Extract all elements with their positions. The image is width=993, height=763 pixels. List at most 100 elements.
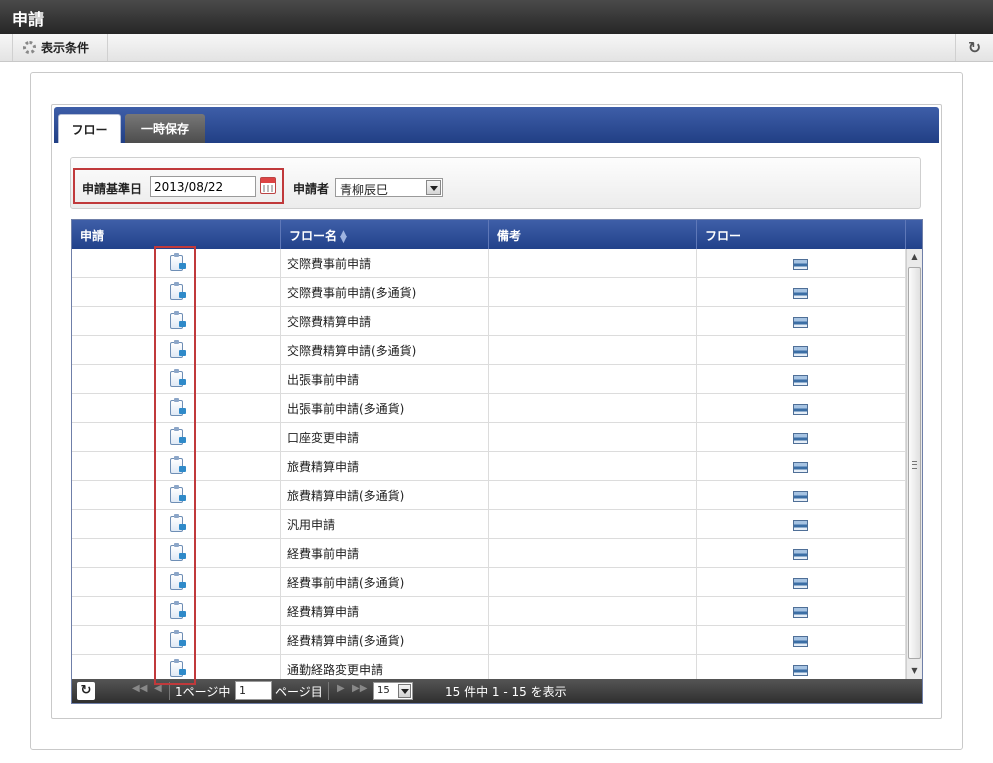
flow-name-cell: 汎用申請 <box>281 510 489 539</box>
flow-name-cell: 出張事前申請(多通貨) <box>281 394 489 423</box>
apply-icon[interactable] <box>170 514 186 532</box>
first-page-icon[interactable]: ◀◀ <box>132 683 147 694</box>
calendar-icon[interactable] <box>260 177 276 194</box>
flow-name-cell: 通勤経路変更申請 <box>281 655 489 679</box>
flow-diagram-icon[interactable] <box>793 462 808 473</box>
next-page-icon[interactable]: ▶ <box>337 683 345 694</box>
tab-flow[interactable]: フロー <box>58 114 121 143</box>
note-cell <box>489 510 697 539</box>
applicant-label: 申請者 <box>293 182 330 196</box>
table-row: 口座変更申請 <box>72 423 906 452</box>
apply-icon[interactable] <box>170 253 186 271</box>
tab-temporary-save[interactable]: 一時保存 <box>125 114 205 143</box>
apply-cell <box>72 481 281 510</box>
flow-name-cell: 旅費精算申請(多通貨) <box>281 481 489 510</box>
flow-diagram-icon[interactable] <box>793 317 808 328</box>
pager-divider <box>169 682 170 700</box>
per-page-select[interactable]: 15 <box>373 682 413 700</box>
apply-icon[interactable] <box>170 456 186 474</box>
note-cell <box>489 481 697 510</box>
note-cell <box>489 307 697 336</box>
column-header-flow[interactable]: フロー <box>697 220 906 249</box>
table-row: 汎用申請 <box>72 510 906 539</box>
flow-name-cell: 出張事前申請 <box>281 365 489 394</box>
refresh-icon: ↻ <box>967 38 982 57</box>
apply-icon[interactable] <box>170 659 186 677</box>
note-cell <box>489 394 697 423</box>
note-cell <box>489 655 697 679</box>
refresh-button[interactable]: ↻ <box>955 34 993 61</box>
flow-diagram-icon[interactable] <box>793 578 808 589</box>
flow-cell <box>697 278 906 307</box>
display-conditions-button[interactable]: 表示条件 <box>12 34 108 61</box>
apply-icon[interactable] <box>170 311 186 329</box>
apply-cell <box>72 568 281 597</box>
gear-icon <box>23 41 36 54</box>
apply-icon[interactable] <box>170 485 186 503</box>
note-cell <box>489 423 697 452</box>
flow-diagram-icon[interactable] <box>793 433 808 444</box>
apply-cell <box>72 539 281 568</box>
flow-cell <box>697 394 906 423</box>
apply-icon[interactable] <box>170 630 186 648</box>
base-date-input[interactable] <box>150 176 256 197</box>
flow-name-cell: 旅費精算申請 <box>281 452 489 481</box>
scroll-up-icon[interactable]: ▲ <box>907 249 922 265</box>
table-row: 交際費事前申請(多通貨) <box>72 278 906 307</box>
flow-diagram-icon[interactable] <box>793 375 808 386</box>
prev-page-icon[interactable]: ◀ <box>154 683 162 694</box>
table-row: 交際費精算申請 <box>72 307 906 336</box>
apply-icon[interactable] <box>170 572 186 590</box>
table-row: 旅費精算申請 <box>72 452 906 481</box>
last-page-icon[interactable]: ▶▶ <box>352 683 367 694</box>
scrollbar-thumb[interactable] <box>908 267 921 659</box>
tab-bar: フロー 一時保存 <box>54 107 939 143</box>
scroll-down-icon[interactable]: ▼ <box>907 663 922 679</box>
flow-diagram-icon[interactable] <box>793 636 808 647</box>
per-page-value: 15 <box>377 685 390 696</box>
apply-icon[interactable] <box>170 369 186 387</box>
apply-icon[interactable] <box>170 427 186 445</box>
flow-diagram-icon[interactable] <box>793 607 808 618</box>
apply-icon[interactable] <box>170 282 186 300</box>
flow-name-cell: 交際費事前申請(多通貨) <box>281 278 489 307</box>
flow-diagram-icon[interactable] <box>793 288 808 299</box>
apply-icon[interactable] <box>170 601 186 619</box>
column-header-apply[interactable]: 申請 <box>72 220 281 249</box>
apply-icon[interactable] <box>170 398 186 416</box>
flow-cell <box>697 539 906 568</box>
flow-cell <box>697 568 906 597</box>
table-row: 経費精算申請(多通貨) <box>72 626 906 655</box>
column-header-flow-name[interactable]: フロー名 ▲ ▼ <box>281 220 489 249</box>
flow-diagram-icon[interactable] <box>793 520 808 531</box>
flow-diagram-icon[interactable] <box>793 491 808 502</box>
grid-body: 交際費事前申請 交際費事前申請(多通貨) 交際費精算申請 交際費精算申請(多通貨) 出張… <box>72 249 906 679</box>
flow-diagram-icon[interactable] <box>793 549 808 560</box>
flow-diagram-icon[interactable] <box>793 346 808 357</box>
apply-icon[interactable] <box>170 340 186 358</box>
column-header-note[interactable]: 備考 <box>489 220 697 249</box>
chevron-down-icon[interactable] <box>398 684 411 698</box>
flow-cell <box>697 307 906 336</box>
table-row: 経費事前申請(多通貨) <box>72 568 906 597</box>
chevron-down-icon[interactable] <box>426 180 441 195</box>
note-cell <box>489 365 697 394</box>
record-summary: 15 件中 1 - 15 を表示 <box>445 685 567 699</box>
apply-cell <box>72 510 281 539</box>
apply-icon[interactable] <box>170 543 186 561</box>
note-cell <box>489 249 697 278</box>
grid-header: 申請 フロー名 ▲ ▼ 備考 フロー <box>72 220 922 249</box>
flow-name-cell: 交際費事前申請 <box>281 249 489 278</box>
grid-refresh-icon[interactable]: ↻ <box>77 682 95 700</box>
page-number-input[interactable] <box>235 681 272 700</box>
flow-diagram-icon[interactable] <box>793 259 808 270</box>
flow-diagram-icon[interactable] <box>793 665 808 676</box>
applicant-select[interactable]: 青柳辰巳 <box>335 178 443 197</box>
vertical-scrollbar[interactable]: ▲ ▼ <box>906 249 922 679</box>
flow-name-cell: 口座変更申請 <box>281 423 489 452</box>
flow-diagram-icon[interactable] <box>793 404 808 415</box>
sort-icon[interactable]: ▲ ▼ <box>340 229 347 244</box>
table-row: 出張事前申請 <box>72 365 906 394</box>
note-cell <box>489 452 697 481</box>
flow-cell <box>697 626 906 655</box>
